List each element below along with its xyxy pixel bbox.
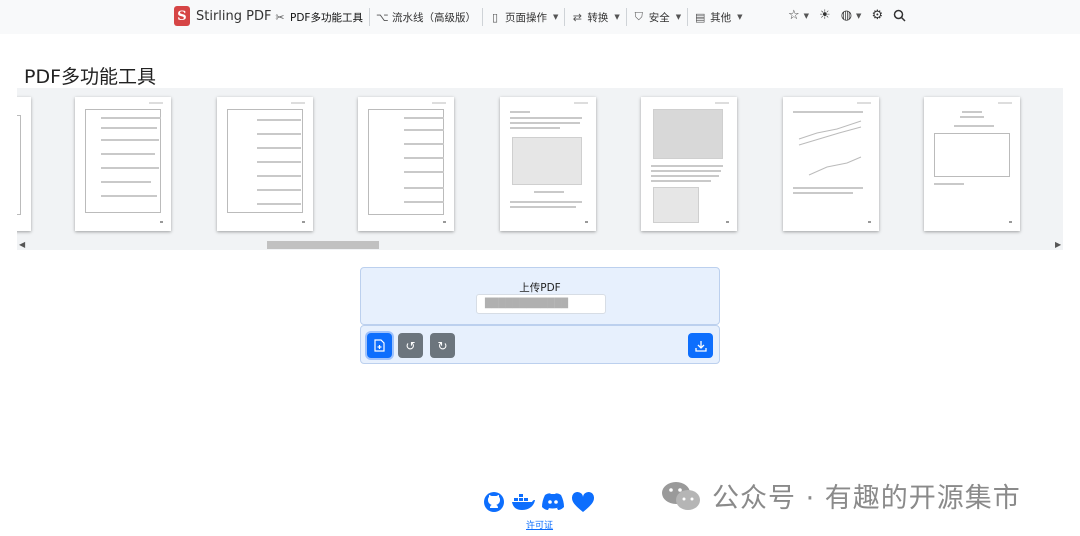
footer-links — [483, 491, 595, 513]
nav-item-label: 流水线（高级版） — [391, 11, 476, 24]
upload-panel: 上传PDF ████████████ — [360, 267, 720, 325]
file-input[interactable]: ████████████ — [476, 294, 606, 314]
page-thumbnail[interactable] — [783, 97, 879, 231]
download-button[interactable] — [688, 333, 713, 358]
rotate-cw-icon: ↻ — [437, 338, 448, 353]
page-thumbnail[interactable] — [924, 97, 1020, 231]
brand[interactable]: S Stirling PDF — [174, 6, 271, 26]
favorites-dropdown[interactable]: ☆ ▼ — [788, 8, 809, 23]
docker-icon[interactable] — [511, 492, 535, 512]
add-file-button[interactable] — [367, 333, 392, 358]
rotate-ccw-icon: ↺ — [405, 338, 416, 353]
chart-figure — [798, 120, 862, 176]
rotate-right-button[interactable]: ↻ — [430, 333, 455, 358]
nav-item-pipeline[interactable]: ⌥ 流水线（高级版） — [370, 7, 482, 27]
page-thumbnail[interactable] — [217, 97, 313, 231]
file-plus-icon — [374, 339, 385, 352]
nav-item-security[interactable]: ⛉ 安全 ▼ — [627, 7, 687, 27]
scroll-right-icon[interactable]: ▶ — [1055, 240, 1061, 249]
stirling-logo-icon: S — [174, 6, 190, 26]
page-icon: ▯ — [491, 10, 498, 24]
theme-toggle[interactable]: ☀ — [819, 8, 831, 23]
page-thumbnail[interactable] — [500, 97, 596, 231]
nav-item-label: 页面操作 — [504, 11, 547, 24]
download-icon — [694, 340, 707, 352]
navbar: S Stirling PDF ✂ PDF多功能工具 ⌥ 流水线（高级版） ▯ 页… — [0, 0, 1080, 34]
page-thumbnail[interactable] — [641, 97, 737, 231]
shield-icon: ⛉ — [634, 10, 643, 23]
nav-item-multi-tool[interactable]: ✂ PDF多功能工具 — [268, 7, 369, 27]
page-thumbnail[interactable] — [17, 97, 31, 231]
license-link[interactable]: 许可证 — [526, 518, 553, 531]
page-title: PDF多功能工具 — [24, 66, 157, 88]
brand-name: Stirling PDF — [196, 8, 272, 24]
nav-item-page-ops[interactable]: ▯ 页面操作 ▼ — [483, 7, 564, 27]
discord-icon[interactable] — [541, 492, 565, 512]
chevron-down-icon: ▼ — [614, 13, 620, 21]
convert-icon: ⇄ — [572, 10, 582, 24]
heart-icon[interactable] — [571, 491, 595, 513]
star-icon: ☆ — [788, 8, 800, 23]
nav-menu: ✂ PDF多功能工具 ⌥ 流水线（高级版） ▯ 页面操作 ▼ ⇄ 转换 ▼ ⛉ … — [268, 7, 749, 27]
nav-right-controls: ☆ ▼ ☀ ◍ ▼ ⚙ — [788, 8, 906, 23]
scroll-left-icon[interactable]: ◀ — [19, 240, 25, 249]
page-thumbnail[interactable] — [358, 97, 454, 231]
chevron-down-icon: ▼ — [552, 13, 559, 21]
pipeline-icon: ⌥ — [375, 10, 389, 24]
nav-item-label: 其他 — [710, 11, 732, 24]
action-toolbar: ↺ ↻ — [360, 325, 720, 364]
settings-button[interactable]: ⚙ — [871, 8, 883, 23]
chevron-down-icon: ▼ — [675, 13, 682, 21]
chevron-down-icon: ▼ — [803, 11, 810, 20]
nav-item-other[interactable]: ▤ 其他 ▼ — [688, 7, 748, 27]
rotate-left-button[interactable]: ↺ — [398, 333, 423, 358]
chevron-down-icon: ▼ — [856, 11, 862, 20]
watermark: 公众号 · 有趣的开源集市 — [660, 476, 1021, 515]
globe-icon: ◍ — [840, 8, 853, 23]
language-dropdown[interactable]: ◍ ▼ — [841, 8, 862, 23]
nav-item-convert[interactable]: ⇄ 转换 ▼ — [565, 7, 625, 27]
wechat-icon — [662, 481, 700, 510]
nav-item-label: PDF多功能工具 — [290, 11, 363, 24]
nav-item-label: 安全 — [648, 11, 670, 24]
other-icon: ▤ — [694, 10, 706, 24]
strip-scrollbar[interactable] — [17, 240, 1063, 250]
search-icon — [893, 9, 906, 22]
gear-icon: ⚙ — [871, 8, 884, 23]
pdf-page-strip[interactable] — [17, 88, 1063, 250]
sun-icon: ☀ — [819, 8, 831, 23]
watermark-text: 公众号 · 有趣的开源集市 — [712, 483, 1021, 514]
nav-item-label: 转换 — [587, 11, 609, 24]
chevron-down-icon: ▼ — [737, 13, 743, 21]
search-button[interactable] — [893, 9, 906, 22]
strip-scrollbar-thumb[interactable] — [267, 241, 379, 249]
upload-label: 上传PDF — [519, 282, 561, 294]
github-icon[interactable] — [483, 491, 505, 513]
page-thumbnail[interactable] — [75, 97, 171, 231]
tools-icon: ✂ — [275, 10, 285, 24]
